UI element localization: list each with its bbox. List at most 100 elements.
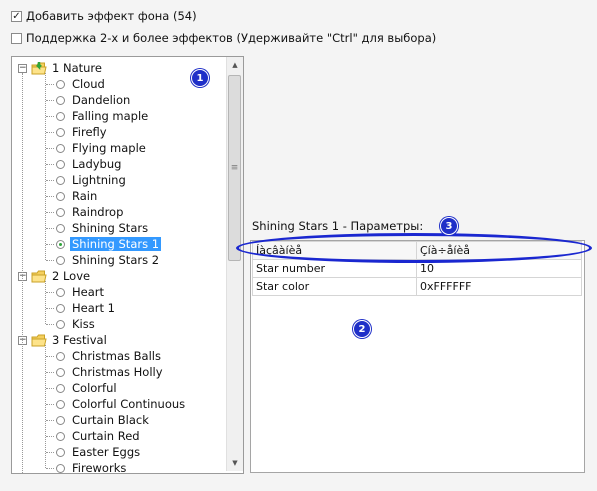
tree-item[interactable]: Fireworks [56, 460, 128, 473]
radio-icon[interactable] [56, 191, 65, 201]
add-background-label: Добавить эффект фона (54) [26, 9, 197, 23]
tree-group-node[interactable]: − 1 Nature [18, 60, 104, 76]
tree-item[interactable]: Easter Eggs [56, 444, 142, 460]
annotation-badge-2: 2 [353, 320, 371, 338]
radio-icon[interactable] [56, 255, 65, 265]
tree-item-label: Curtain Black [72, 413, 149, 427]
tree-item-label: Colorful Continuous [72, 397, 186, 411]
tree-item[interactable]: Rain [56, 188, 99, 204]
tree-connector [46, 260, 54, 261]
tree-connector [46, 132, 54, 133]
tree-item[interactable]: Shining Stars 2 [56, 252, 161, 268]
tree-item-label: Falling maple [72, 109, 149, 123]
effects-tree[interactable]: − 1 Nature Cloud Dandelion Falling maple Fire… [11, 56, 244, 474]
radio-icon[interactable] [56, 399, 65, 409]
scroll-up-arrow-icon[interactable]: ▲ [227, 57, 243, 73]
radio-icon[interactable] [56, 159, 65, 169]
tree-item[interactable]: Colorful [56, 380, 119, 396]
tree-item-label: Shining Stars 2 [72, 253, 160, 267]
tree-item[interactable]: Christmas Balls [56, 348, 163, 364]
tree-group-node[interactable]: −2 Love [18, 268, 92, 284]
radio-icon[interactable] [56, 303, 65, 313]
tree-connector [46, 116, 54, 117]
params-row[interactable]: Star color 0xFFFFFF [252, 277, 582, 296]
tree-connector [46, 468, 54, 469]
tree-scrollbar[interactable]: ▲ ≡ ▼ [226, 57, 243, 471]
tree-connector [46, 100, 54, 101]
tree-item[interactable]: Shining Stars [56, 220, 150, 236]
tree-item[interactable]: Firefly [56, 124, 109, 140]
radio-icon[interactable] [56, 127, 65, 137]
scroll-down-arrow-icon[interactable]: ▼ [227, 455, 243, 471]
tree-item-label: Christmas Holly [72, 365, 163, 379]
tree-item-label: Heart 1 [72, 301, 115, 315]
annotation-badge-3: 3 [440, 217, 458, 235]
tree-item[interactable]: Lightning [56, 172, 128, 188]
tree-item-label: Raindrop [72, 205, 124, 219]
tree-item-label: Dandelion [72, 93, 131, 107]
tree-item[interactable]: Ladybug [56, 156, 123, 172]
tree-item-label: Kiss [72, 317, 95, 331]
radio-icon[interactable] [56, 351, 65, 361]
tree-item[interactable]: Dandelion [56, 92, 132, 108]
tree-group-label: 2 Love [52, 269, 91, 283]
radio-icon[interactable] [56, 143, 65, 153]
tree-item[interactable]: Christmas Holly [56, 364, 165, 380]
tree-item-label: Christmas Balls [72, 349, 161, 363]
tree-connector [46, 164, 54, 165]
tree-group-node[interactable]: −3 Festival [18, 332, 109, 348]
radio-icon[interactable] [56, 367, 65, 377]
radio-icon[interactable] [56, 111, 65, 121]
tree-item-label: Ladybug [72, 157, 122, 171]
tree-connector [46, 372, 54, 373]
params-grid-panel: Íàçâàíèå Çíà÷åíèå Star number 10 Star co… [250, 240, 585, 473]
multi-effects-checkbox[interactable] [11, 32, 22, 44]
tree-item[interactable]: Colorful Continuous [56, 396, 187, 412]
tree-item[interactable]: Curtain Black [56, 412, 151, 428]
tree-connector [45, 345, 46, 468]
radio-icon[interactable] [56, 79, 65, 89]
radio-icon[interactable] [56, 463, 65, 473]
tree-item[interactable]: Heart [56, 284, 106, 300]
radio-icon[interactable] [56, 415, 65, 425]
tree-group-label: 3 Festival [52, 333, 107, 347]
tree-item[interactable]: Falling maple [56, 108, 150, 124]
tree-connector [46, 388, 54, 389]
radio-icon[interactable] [56, 95, 65, 105]
radio-icon[interactable] [56, 383, 65, 393]
tree-connector [46, 308, 54, 309]
scroll-thumb[interactable]: ≡ [228, 75, 241, 261]
tree-group-label: 1 Nature [52, 61, 102, 75]
tree-item[interactable]: Cloud [56, 76, 107, 92]
radio-icon[interactable] [56, 319, 65, 329]
tree-item[interactable]: Heart 1 [56, 300, 117, 316]
tree-connector [46, 180, 54, 181]
tree-item-label: Colorful [72, 381, 117, 395]
tree-connector [22, 73, 23, 473]
annotation-badge-1: 1 [191, 69, 209, 87]
radio-icon[interactable] [56, 287, 65, 297]
tree-item[interactable]: Shining Stars 1 [56, 236, 162, 252]
multi-effects-checkbox-row[interactable]: Поддержка 2-х и более эффектов (Удержива… [11, 30, 436, 46]
tree-item[interactable]: Curtain Red [56, 428, 142, 444]
tree-connector [46, 212, 54, 213]
tree-connector [46, 84, 54, 85]
tree-connector [46, 196, 54, 197]
radio-icon[interactable] [56, 223, 65, 233]
radio-icon[interactable] [56, 175, 65, 185]
tree-connector [46, 356, 54, 357]
add-background-checkbox-row[interactable]: ✓ Добавить эффект фона (54) [11, 8, 197, 24]
add-background-checkbox[interactable]: ✓ [11, 10, 22, 22]
tree-item[interactable]: Kiss [56, 316, 97, 332]
radio-icon[interactable] [56, 239, 65, 249]
tree-item[interactable]: Raindrop [56, 204, 125, 220]
tree-item-label: Rain [72, 189, 98, 203]
radio-icon[interactable] [56, 431, 65, 441]
tree-item[interactable]: Flying maple [56, 140, 148, 156]
collapse-icon[interactable]: − [18, 63, 27, 73]
tree-item-label: Flying maple [72, 141, 146, 155]
param-name: Star color [252, 277, 417, 296]
param-value[interactable]: 0xFFFFFF [416, 277, 582, 296]
radio-icon[interactable] [56, 207, 65, 217]
radio-icon[interactable] [56, 447, 65, 457]
